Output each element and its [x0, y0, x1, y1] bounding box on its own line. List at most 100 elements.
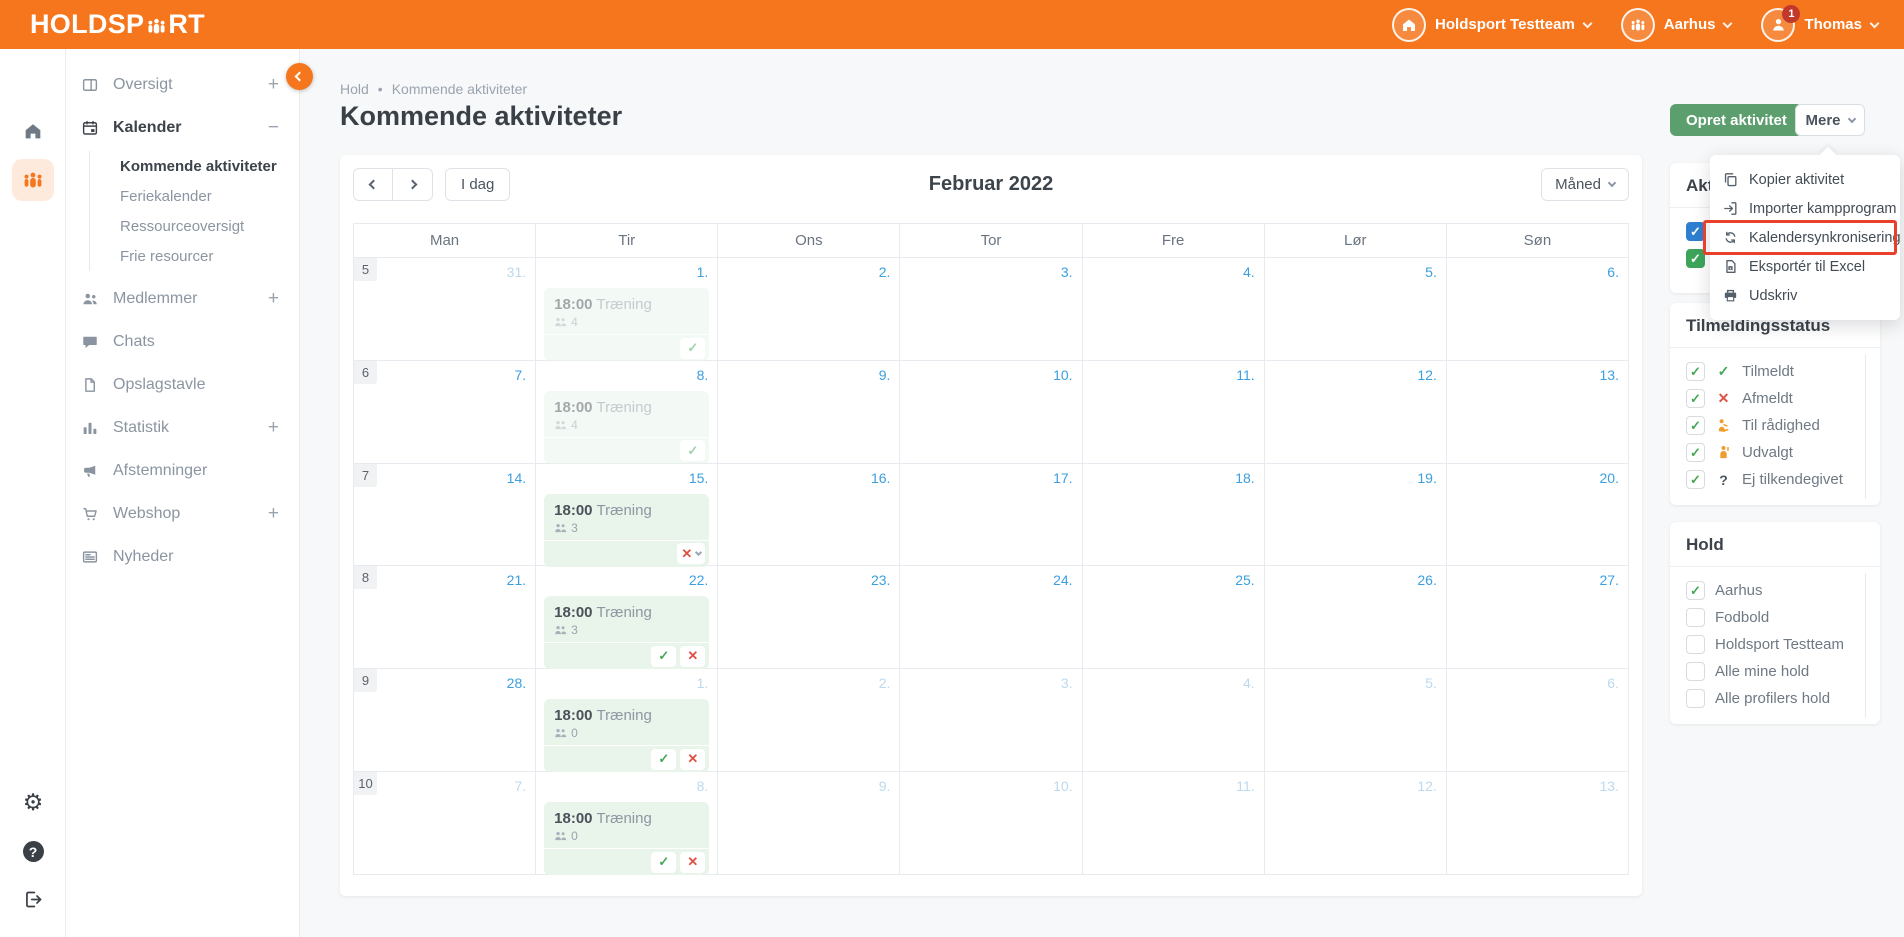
day-cell[interactable]: 4.: [1083, 258, 1265, 360]
attend-no-button[interactable]: ✕: [680, 646, 705, 667]
user-menu[interactable]: 1 Thomas: [1761, 8, 1878, 42]
menu-item-kalendersynkronisering[interactable]: Kalendersynkronisering: [1710, 223, 1900, 252]
status-filter-checkbox[interactable]: ✓: [1686, 416, 1705, 435]
club-menu[interactable]: Aarhus: [1621, 8, 1732, 42]
status-filter-row[interactable]: ✓Til rådighed: [1670, 412, 1880, 439]
attend-status-dropdown-button[interactable]: ✕: [677, 543, 705, 564]
day-cell[interactable]: 531.: [354, 258, 536, 360]
create-activity-button[interactable]: Opret aktivitet: [1670, 104, 1803, 136]
holdsport-logo[interactable]: HOLDSP RT: [30, 9, 205, 40]
day-cell[interactable]: 13.: [1447, 361, 1628, 463]
day-cell[interactable]: 4.: [1083, 669, 1265, 771]
status-filter-checkbox[interactable]: ✓: [1686, 362, 1705, 381]
home-nav-icon[interactable]: [22, 120, 44, 147]
activity-type-checkbox[interactable]: ✓: [1686, 249, 1705, 268]
day-cell[interactable]: 12.: [1265, 361, 1447, 463]
day-cell[interactable]: 19.: [1265, 464, 1447, 566]
sidebar-item-opslagstavle[interactable]: Opslagstavle: [66, 363, 299, 406]
day-cell[interactable]: 27.: [1447, 566, 1628, 668]
sidebar-subitem-kommende-aktiviteter[interactable]: Kommende aktiviteter: [90, 151, 299, 181]
sidebar-subitem-ressourceoversigt[interactable]: Ressourceoversigt: [90, 211, 299, 241]
sidebar-item-kalender[interactable]: Kalender−: [66, 106, 299, 149]
team-menu[interactable]: Holdsport Testteam: [1392, 8, 1591, 42]
status-filter-row[interactable]: ✓✕Afmeldt: [1670, 385, 1880, 412]
sidebar-item-afstemninger[interactable]: Afstemninger: [66, 449, 299, 492]
sidebar-item-nyheder[interactable]: Nyheder: [66, 535, 299, 578]
plus-icon[interactable]: +: [268, 417, 279, 439]
sidebar-item-statistik[interactable]: Statistik+: [66, 406, 299, 449]
menu-item-udskriv[interactable]: Udskriv: [1710, 281, 1900, 310]
team-filter-row[interactable]: ✓Fodbold: [1670, 604, 1880, 631]
day-cell[interactable]: 11.: [1083, 361, 1265, 463]
day-cell[interactable]: 2.: [718, 258, 900, 360]
day-cell[interactable]: 5.: [1265, 258, 1447, 360]
menu-item-eksportér-til-excel[interactable]: xEksportér til Excel: [1710, 252, 1900, 281]
status-filter-checkbox[interactable]: ✓: [1686, 470, 1705, 489]
day-cell[interactable]: 11.: [1083, 772, 1265, 874]
help-icon[interactable]: ?: [23, 841, 44, 862]
day-cell[interactable]: 2.: [718, 669, 900, 771]
sidebar-item-chats[interactable]: Chats: [66, 320, 299, 363]
team-filter-checkbox[interactable]: ✓: [1686, 581, 1705, 600]
day-cell[interactable]: 9.: [718, 772, 900, 874]
team-filter-row[interactable]: ✓Alle profilers hold: [1670, 685, 1880, 712]
day-cell[interactable]: 18.: [1083, 464, 1265, 566]
status-filter-row[interactable]: ✓✓Tilmeldt: [1670, 358, 1880, 385]
day-cell[interactable]: 22.18:00Træning3✓✕: [536, 566, 718, 668]
team-filter-row[interactable]: ✓Aarhus: [1670, 577, 1880, 604]
event-card[interactable]: 18:00Træning0✓✕: [544, 802, 709, 875]
team-filter-checkbox[interactable]: ✓: [1686, 662, 1705, 681]
status-filter-checkbox[interactable]: ✓: [1686, 443, 1705, 462]
day-cell[interactable]: 3.: [900, 669, 1082, 771]
teams-nav-icon[interactable]: [12, 159, 54, 201]
team-filter-row[interactable]: ✓Holdsport Testteam: [1670, 631, 1880, 658]
attend-yes-button[interactable]: ✓: [651, 852, 676, 873]
team-filter-checkbox[interactable]: ✓: [1686, 608, 1705, 627]
day-cell[interactable]: 67.: [354, 361, 536, 463]
day-cell[interactable]: 714.: [354, 464, 536, 566]
day-cell[interactable]: 10.: [900, 772, 1082, 874]
sidebar-subitem-frie-resourcer[interactable]: Frie resourcer: [90, 241, 299, 271]
sidebar-item-medlemmer[interactable]: Medlemmer+: [66, 277, 299, 320]
attend-yes-button[interactable]: ✓: [651, 749, 676, 770]
day-cell[interactable]: 17.: [900, 464, 1082, 566]
day-cell[interactable]: 12.: [1265, 772, 1447, 874]
day-cell[interactable]: 15.18:00Træning3✕: [536, 464, 718, 566]
day-cell[interactable]: 5.: [1265, 669, 1447, 771]
attend-no-button[interactable]: ✕: [680, 852, 705, 873]
event-card[interactable]: 18:00Træning4✓: [544, 288, 709, 361]
plus-icon[interactable]: +: [268, 503, 279, 525]
logout-icon[interactable]: [23, 889, 44, 915]
day-cell[interactable]: 1.18:00Træning4✓: [536, 258, 718, 360]
event-card[interactable]: 18:00Træning3✓✕: [544, 596, 709, 669]
sidebar-subitem-feriekalender[interactable]: Feriekalender: [90, 181, 299, 211]
activity-type-checkbox[interactable]: ✓: [1686, 222, 1705, 241]
status-filter-row[interactable]: ✓?Ej tilkendegivet: [1670, 466, 1880, 493]
day-cell[interactable]: 6.: [1447, 258, 1628, 360]
day-cell[interactable]: 16.: [718, 464, 900, 566]
settings-gear-icon[interactable]: ⚙: [23, 791, 44, 814]
day-cell[interactable]: 6.: [1447, 669, 1628, 771]
sidebar-item-oversigt[interactable]: Oversigt+: [66, 63, 299, 106]
plus-icon[interactable]: +: [268, 74, 279, 96]
view-select-button[interactable]: Måned: [1541, 168, 1629, 201]
sidebar-item-webshop[interactable]: Webshop+: [66, 492, 299, 535]
event-card[interactable]: 18:00Træning4✓: [544, 391, 709, 464]
breadcrumb-home[interactable]: Hold: [340, 81, 369, 97]
day-cell[interactable]: 13.: [1447, 772, 1628, 874]
menu-item-kopier-aktivitet[interactable]: Kopier aktivitet: [1710, 165, 1900, 194]
attend-no-button[interactable]: ✕: [680, 749, 705, 770]
attend-yes-button[interactable]: ✓: [680, 440, 705, 461]
sidebar-collapse-button[interactable]: [286, 63, 313, 90]
day-cell[interactable]: 821.: [354, 566, 536, 668]
team-filter-row[interactable]: ✓Alle mine hold: [1670, 658, 1880, 685]
team-filter-checkbox[interactable]: ✓: [1686, 635, 1705, 654]
status-filter-row[interactable]: ✓Udvalgt: [1670, 439, 1880, 466]
event-card[interactable]: 18:00Træning3✕: [544, 494, 709, 567]
attend-yes-button[interactable]: ✓: [651, 646, 676, 667]
day-cell[interactable]: 3.: [900, 258, 1082, 360]
day-cell[interactable]: 20.: [1447, 464, 1628, 566]
attend-yes-button[interactable]: ✓: [680, 338, 705, 359]
day-cell[interactable]: 8.18:00Træning4✓: [536, 361, 718, 463]
day-cell[interactable]: 928.: [354, 669, 536, 771]
